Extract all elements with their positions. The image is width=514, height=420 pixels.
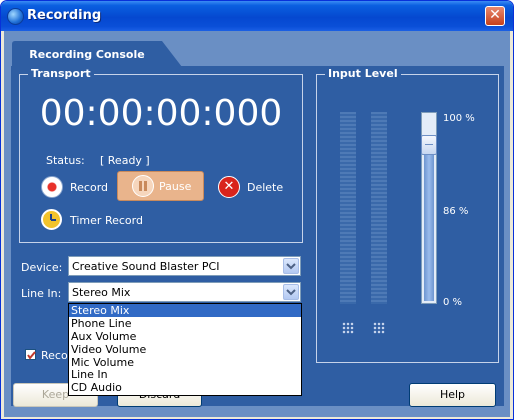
title-bar[interactable]: Recording ✕ bbox=[1, 1, 513, 31]
close-icon: ✕ bbox=[489, 7, 501, 23]
line-in-option-aux-volume[interactable]: Aux Volume bbox=[69, 330, 301, 343]
line-in-select[interactable]: Stereo Mix bbox=[68, 282, 301, 302]
input-level-title: Input Level bbox=[325, 67, 401, 80]
line-in-option-cd-audio[interactable]: CD Audio bbox=[69, 381, 301, 394]
tick-86: 86 % bbox=[443, 206, 469, 217]
close-button[interactable]: ✕ bbox=[485, 6, 505, 26]
pause-icon bbox=[132, 175, 154, 197]
timer-record-button[interactable]: Timer Record bbox=[70, 214, 143, 227]
app-icon bbox=[7, 8, 24, 25]
pause-button[interactable]: Pause bbox=[117, 171, 204, 201]
record-option-label[interactable]: Reco bbox=[41, 349, 68, 362]
tick-100: 100 % bbox=[443, 113, 475, 124]
line-in-option-mic-volume[interactable]: Mic Volume bbox=[69, 356, 301, 369]
delete-icon[interactable]: ✕ bbox=[218, 176, 240, 198]
tick-0: 0 % bbox=[443, 297, 463, 308]
checkmark-icon bbox=[27, 351, 36, 360]
meter-left-grip-icon bbox=[342, 322, 354, 334]
timer-icon[interactable] bbox=[41, 209, 62, 230]
recording-window: Recording ✕ Recording Console Transport … bbox=[0, 0, 514, 420]
line-in-value: Stereo Mix bbox=[72, 286, 131, 299]
tab-recording-console[interactable]: Recording Console bbox=[12, 41, 184, 67]
line-in-dropdown-arrow-icon[interactable] bbox=[283, 284, 299, 300]
record-button[interactable]: Record bbox=[70, 181, 108, 194]
device-select[interactable]: Creative Sound Blaster PCI bbox=[68, 256, 301, 276]
slider-thumb[interactable] bbox=[421, 135, 437, 155]
line-in-option-phone-line[interactable]: Phone Line bbox=[69, 317, 301, 330]
device-value: Creative Sound Blaster PCI bbox=[72, 260, 220, 273]
help-button[interactable]: Help bbox=[409, 383, 496, 407]
volume-slider[interactable] bbox=[421, 112, 437, 304]
line-in-option-stereo-mix[interactable]: Stereo Mix bbox=[69, 304, 301, 317]
time-display: 00:00:00:000 bbox=[39, 93, 283, 134]
tab-label: Recording Console bbox=[29, 48, 145, 61]
level-meter-right bbox=[371, 112, 387, 304]
pause-label: Pause bbox=[159, 180, 192, 193]
device-label: Device: bbox=[21, 261, 63, 274]
device-dropdown-arrow-icon[interactable] bbox=[283, 258, 299, 274]
transport-title: Transport bbox=[28, 67, 94, 80]
status-label: Status: bbox=[46, 154, 85, 167]
status-value: [ Ready ] bbox=[100, 154, 150, 167]
meter-right-grip-icon bbox=[373, 322, 385, 334]
record-option-checkbox[interactable] bbox=[25, 349, 36, 360]
line-in-option-video-volume[interactable]: Video Volume bbox=[69, 343, 301, 356]
delete-button[interactable]: Delete bbox=[247, 181, 283, 194]
slider-fill bbox=[424, 141, 434, 301]
line-in-label: Line In: bbox=[21, 287, 62, 300]
line-in-option-line-in[interactable]: Line In bbox=[69, 368, 301, 382]
window-title: Recording bbox=[27, 8, 102, 23]
input-level-group: Input Level 100 % 86 % 0 % bbox=[316, 67, 499, 363]
record-icon[interactable] bbox=[41, 176, 63, 198]
transport-group: Transport 00:00:00:000 Status: [ Ready ]… bbox=[19, 67, 303, 243]
level-meter-left bbox=[340, 112, 356, 304]
line-in-dropdown-list[interactable]: Stereo Mix Phone Line Aux Volume Video V… bbox=[68, 303, 302, 396]
